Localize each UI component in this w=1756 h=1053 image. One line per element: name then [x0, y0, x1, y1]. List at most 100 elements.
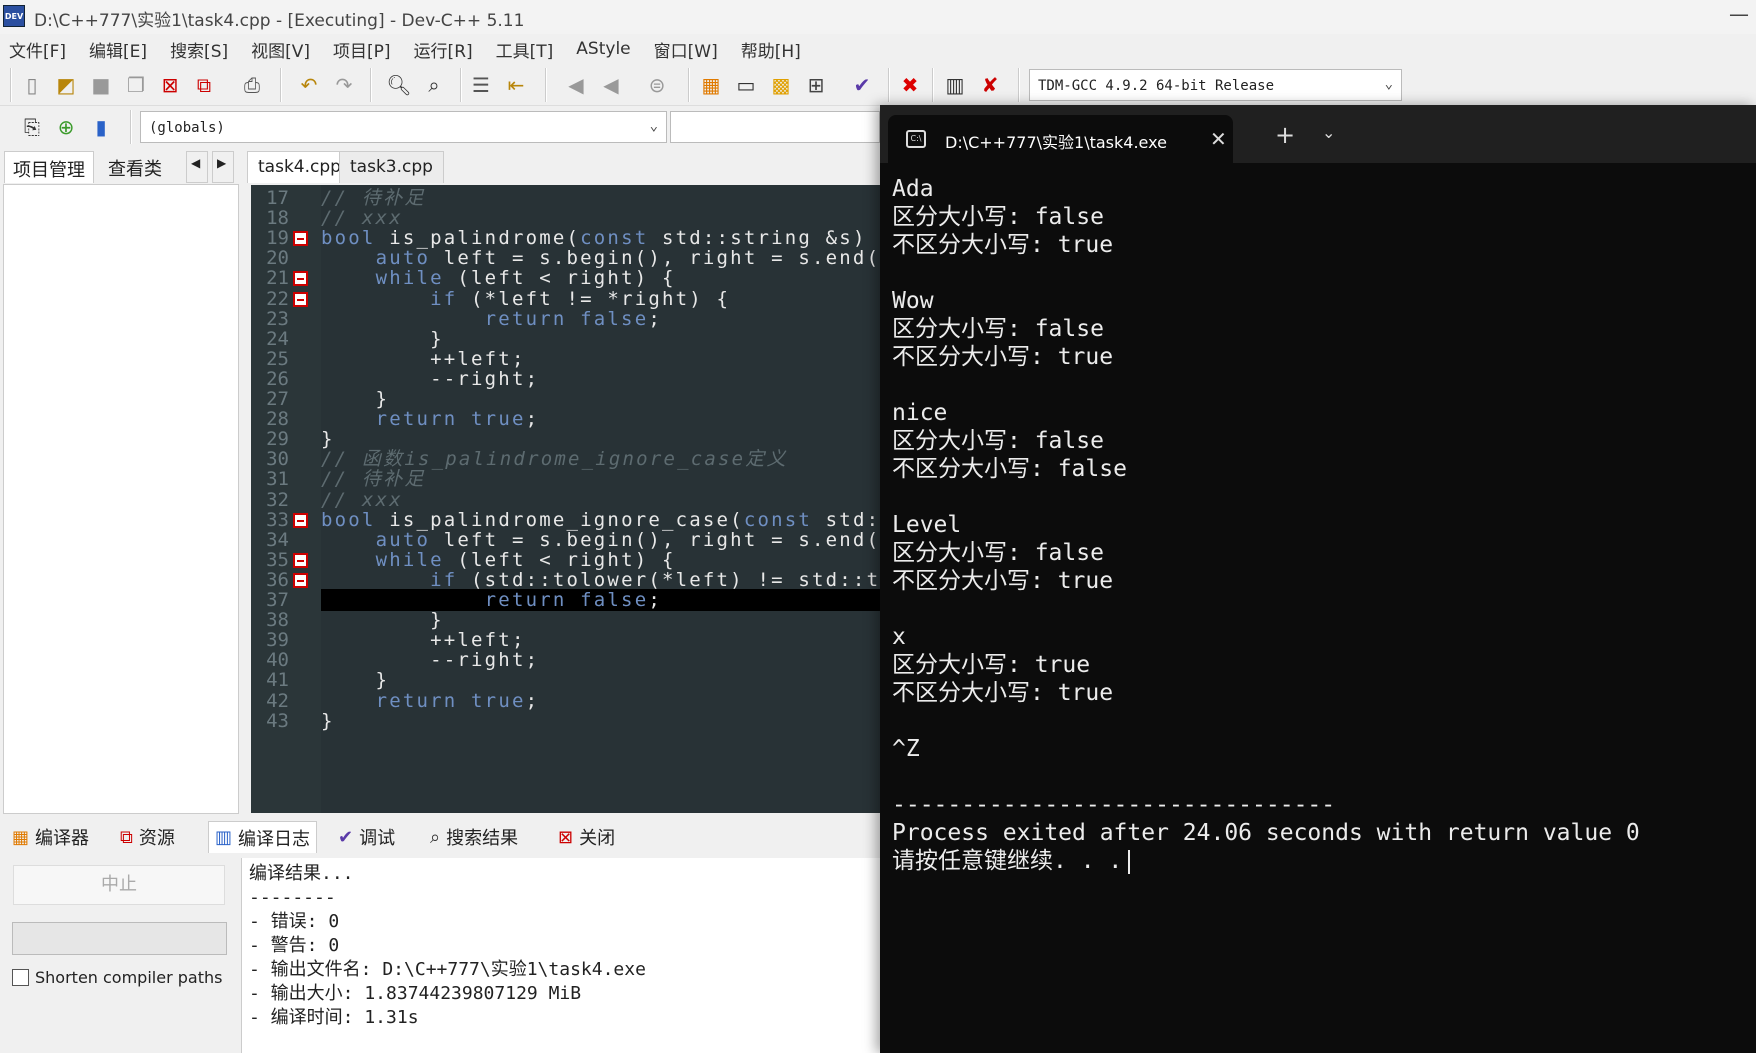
menu-astyle[interactable]: AStyle	[576, 39, 630, 59]
code-text: while (left < right) {	[375, 267, 676, 290]
toolbar-separator	[1018, 68, 1020, 102]
replace-icon[interactable]: ⌕	[420, 71, 448, 99]
project-tree-panel[interactable]	[3, 184, 239, 814]
indent-icon[interactable]: ☰	[467, 71, 495, 99]
fold-toggle-icon[interactable]	[293, 552, 308, 568]
menu-edit[interactable]: 编辑[E]	[89, 37, 147, 62]
toolbar-separator	[888, 68, 890, 102]
toggle-bookmark-icon[interactable]: ⊜	[643, 71, 671, 99]
line-number: 22	[266, 287, 289, 310]
code-line: 39 ++left;	[251, 629, 891, 651]
tab-search-results[interactable]: ⌕ 搜索结果	[430, 821, 518, 853]
redo-icon[interactable]: ↷	[330, 71, 358, 99]
terminal-line: 不区分大小写: true	[892, 344, 1114, 370]
undo-icon[interactable]: ↶	[295, 71, 323, 99]
run-icon[interactable]: ▭	[732, 71, 760, 99]
new-tab-icon[interactable]: +	[1275, 121, 1295, 149]
code-text: bool is_palindrome(const std::string &s)…	[321, 227, 891, 250]
menu-tools[interactable]: 工具[T]	[496, 37, 554, 62]
compile-icon[interactable]: ▦	[697, 71, 725, 99]
menu-help[interactable]: 帮助[H]	[741, 37, 801, 62]
goto-line-icon[interactable]: ◀	[562, 71, 590, 99]
line-number: 21	[266, 267, 289, 290]
bookmark-list-icon[interactable]: ▮	[87, 113, 115, 141]
rebuild-icon[interactable]: ⊞	[802, 71, 830, 99]
stop-execution-icon[interactable]: ✖	[896, 71, 924, 99]
code-line: 19 bool is_palindrome(const std::string &…	[251, 227, 891, 249]
tab-resources[interactable]: ⧉ 资源	[120, 821, 175, 853]
save-all-icon[interactable]: ❐	[122, 71, 150, 99]
code-line: 29}	[251, 428, 891, 450]
compile-log-line: - 编译时间: 1.31s	[249, 1007, 419, 1028]
tab-debug[interactable]: ✔ 调试	[338, 821, 395, 853]
line-number: 32	[266, 488, 289, 511]
fold-toggle-icon[interactable]	[293, 291, 308, 307]
highlighted-code-text: return false;	[321, 589, 891, 612]
close-file-icon[interactable]: ⊠	[156, 71, 184, 99]
line-number: 29	[266, 428, 289, 451]
minimize-button[interactable]: —	[1724, 2, 1754, 32]
tab-task3-cpp[interactable]: task3.cpp	[339, 151, 444, 183]
tab-compiler[interactable]: ▦ 编译器	[12, 821, 89, 853]
chevron-down-icon[interactable]: ⌄	[1322, 123, 1335, 142]
menu-file[interactable]: 文件[F]	[9, 37, 66, 62]
code-line: 34 auto left = s.begin(), right = s.end(…	[251, 529, 891, 551]
tab-compile-log[interactable]: ▥ 编译日志	[208, 821, 318, 853]
terminal-window[interactable]: C:\ D:\C++777\实验1\task4.exe ✕ + ⌄ Ada 区分大…	[880, 105, 1756, 1053]
tab-project-manager[interactable]: 项目管理	[4, 151, 94, 183]
menu-view[interactable]: 视图[V]	[251, 37, 310, 62]
terminal-tab-close-icon[interactable]: ✕	[1210, 127, 1227, 151]
print-icon[interactable]: ⎙	[238, 71, 266, 99]
terminal-tab[interactable]: C:\ D:\C++777\实验1\task4.exe ✕	[888, 115, 1233, 163]
line-number: 34	[266, 528, 289, 551]
code-text: // xxx	[321, 207, 403, 230]
new-file-icon[interactable]: ▯	[18, 71, 46, 99]
code-line: 28 return true;	[251, 408, 891, 430]
fold-toggle-icon[interactable]	[293, 572, 308, 588]
line-number: 17	[266, 187, 289, 209]
terminal-line: Level	[892, 512, 962, 538]
code-line: 33 bool is_palindrome_ignore_case(const s…	[251, 509, 891, 531]
terminal-line: 区分大小写: true	[892, 652, 1091, 678]
compiler-select[interactable]: TDM-GCC 4.9.2 64-bit Release ⌄	[1029, 69, 1402, 101]
scope-select[interactable]: (globals) ⌄	[140, 111, 667, 143]
terminal-line: Process exited after 24.06 seconds with …	[892, 820, 1640, 846]
find-icon[interactable]: 🔍︎	[385, 71, 413, 99]
tab-class-browser[interactable]: 查看类	[100, 151, 170, 183]
fold-toggle-icon[interactable]	[293, 231, 308, 247]
close-all-icon[interactable]: ⧉	[190, 71, 218, 99]
main-toolbar: ▯ ◩ ■ ❐ ⊠ ⧉ ⎙ ↶ ↷ 🔍︎ ⌕ ☰ ⇤ ◀ ◀ ⊜ ▦ ▭ ▩ ⊞…	[0, 64, 1756, 106]
shorten-paths-checkbox[interactable]: Shorten compiler paths	[12, 968, 222, 987]
devcpp-app-icon[interactable]: DEV	[3, 5, 25, 27]
save-icon[interactable]: ■	[87, 71, 115, 99]
code-text: // 待补足	[321, 187, 426, 209]
syntax-check-icon[interactable]: ✔	[848, 71, 876, 99]
bookmark-icon[interactable]: ◀	[597, 71, 625, 99]
toolbar-separator	[370, 68, 372, 102]
delete-profile-icon[interactable]: ✘	[976, 71, 1004, 99]
fold-toggle-icon[interactable]	[293, 512, 308, 528]
menu-run[interactable]: 运行[R]	[414, 37, 473, 62]
fold-toggle-icon[interactable]	[293, 271, 308, 287]
checkbox-box[interactable]	[12, 969, 29, 986]
tab-close[interactable]: ⊠ 关闭	[558, 821, 615, 853]
function-select[interactable]	[670, 111, 880, 143]
compile-log-line: - 警告: 0	[249, 935, 340, 956]
shorten-paths-label: Shorten compiler paths	[35, 968, 223, 987]
tab-task4-cpp[interactable]: task4.cpp	[247, 151, 352, 183]
menu-window[interactable]: 窗口[W]	[654, 37, 718, 62]
compile-run-icon[interactable]: ▩	[767, 71, 795, 99]
code-editor[interactable]: 17 // 待补足 18 // xxx 19 bool is_palindrome(con…	[251, 185, 891, 813]
goto-icon[interactable]: ⊕	[52, 113, 80, 141]
tab-scroll-right-icon[interactable]: ▶	[212, 151, 234, 183]
tab-scroll-left-icon[interactable]: ◀	[186, 151, 208, 183]
open-file-icon[interactable]: ◩	[52, 71, 80, 99]
insert-icon[interactable]: ⎘	[18, 113, 46, 141]
abort-button[interactable]: 中止	[13, 865, 225, 905]
menu-project[interactable]: 项目[P]	[333, 37, 391, 62]
menu-search[interactable]: 搜索[S]	[170, 37, 228, 62]
unindent-icon[interactable]: ⇤	[502, 71, 530, 99]
profile-icon[interactable]: ▥	[941, 71, 969, 99]
